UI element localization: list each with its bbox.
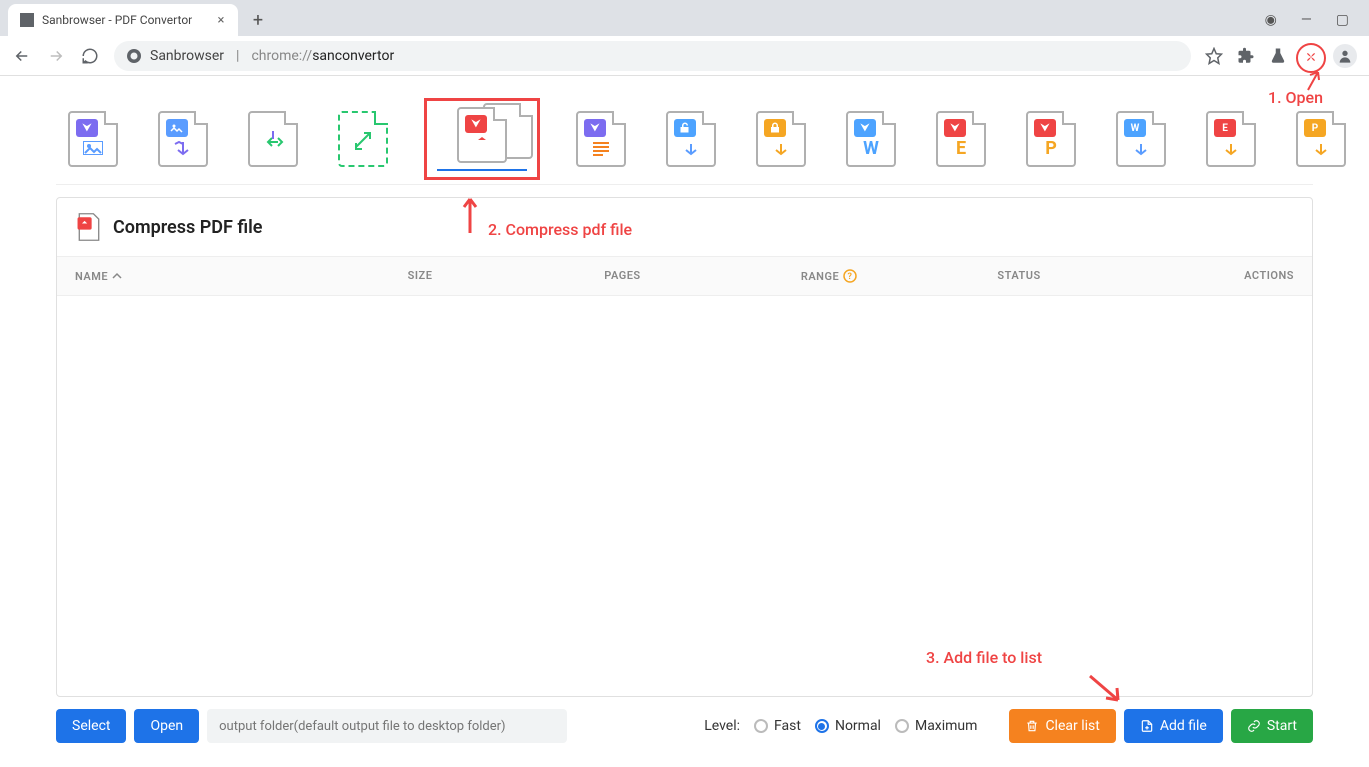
col-status[interactable]: STATUS [997, 269, 1194, 283]
maximize-button[interactable]: ▢ [1336, 12, 1349, 28]
col-actions: ACTIONS [1194, 269, 1294, 283]
radio-icon [754, 719, 768, 733]
back-button[interactable] [12, 46, 32, 66]
svg-text:?: ? [848, 272, 853, 282]
col-pages[interactable]: PAGES [604, 269, 801, 283]
url-bar[interactable]: Sanbrowser | chrome://sanconvertor [114, 41, 1191, 71]
tool-split-pdf[interactable] [244, 107, 302, 171]
col-size[interactable]: SIZE [408, 269, 605, 283]
level-group: Level: Fast Normal Maximum [704, 718, 977, 734]
pdf-icon [75, 212, 103, 242]
tab-title: Sanbrowser - PDF Convertor [42, 13, 192, 27]
pinwheel-icon[interactable] [1301, 47, 1319, 65]
output-folder-input[interactable] [207, 709, 567, 743]
extensions-icon[interactable] [1237, 47, 1255, 65]
tool-pdf-reader[interactable]: ⮟ [572, 107, 630, 171]
lab-icon[interactable] [1269, 47, 1287, 65]
tool-pdf-to-word[interactable]: ⮟ W [842, 107, 900, 171]
col-range[interactable]: RANGE ? [801, 269, 998, 283]
action-buttons: Clear list Add file Start [1009, 709, 1313, 743]
file-plus-icon [1140, 719, 1154, 733]
tool-pdf-to-excel[interactable]: ⮟ E [932, 107, 990, 171]
add-file-button[interactable]: Add file [1124, 709, 1223, 743]
sort-icon [112, 271, 122, 281]
compress-panel: Compress PDF file NAME SIZE PAGES RANGE … [56, 197, 1313, 697]
browser-nav-bar: Sanbrowser | chrome://sanconvertor [0, 36, 1369, 76]
tool-image-to-pdf[interactable] [154, 107, 212, 171]
new-tab-button[interactable]: + [244, 6, 272, 34]
help-icon[interactable]: ? [843, 269, 857, 283]
reload-button[interactable] [80, 46, 100, 66]
radio-icon [815, 719, 829, 733]
minimize-button[interactable]: — [1301, 12, 1312, 28]
app-content: ⮟ ⮟ [0, 76, 1369, 761]
trash-icon [1025, 719, 1039, 733]
nav-right-icons [1205, 44, 1357, 68]
level-fast[interactable]: Fast [754, 718, 801, 734]
profile-avatar[interactable] [1333, 44, 1357, 68]
tool-pdf-to-ppt[interactable]: ⮟ P [1022, 107, 1080, 171]
star-icon[interactable] [1205, 47, 1223, 65]
url-prefix: chrome:// [251, 48, 312, 64]
open-button[interactable]: Open [134, 709, 199, 743]
window-controls: ◉ — ▢ [1265, 12, 1361, 36]
url-brand: Sanbrowser [150, 48, 224, 64]
url-path: sanconvertor [312, 48, 394, 64]
tool-unlock-pdf[interactable] [662, 107, 720, 171]
clear-list-button[interactable]: Clear list [1009, 709, 1115, 743]
col-name[interactable]: NAME [75, 269, 408, 283]
tool-lock-pdf[interactable] [752, 107, 810, 171]
site-icon [126, 48, 142, 64]
tool-ppt-to-pdf[interactable]: P [1292, 107, 1350, 171]
browser-tab[interactable]: Sanbrowser - PDF Convertor × [8, 4, 238, 36]
tab-close-button[interactable]: × [214, 13, 228, 27]
link-icon [1247, 719, 1261, 733]
stop-sharing-icon[interactable]: ◉ [1265, 12, 1277, 28]
tool-pdf-to-image[interactable]: ⮟ [64, 107, 122, 171]
forward-button[interactable] [46, 46, 66, 66]
browser-tab-strip: Sanbrowser - PDF Convertor × + ◉ — ▢ [0, 0, 1369, 36]
panel-header: Compress PDF file [57, 198, 1312, 257]
level-maximum[interactable]: Maximum [895, 718, 977, 734]
radio-icon [895, 719, 909, 733]
start-button[interactable]: Start [1231, 709, 1313, 743]
level-normal[interactable]: Normal [815, 718, 881, 734]
url-separator: | [236, 48, 239, 64]
tool-word-to-pdf[interactable]: W [1112, 107, 1170, 171]
tool-merge-pdf[interactable] [334, 107, 392, 171]
tab-favicon [20, 13, 34, 27]
select-button[interactable]: Select [56, 709, 126, 743]
footer-bar: Select Open Level: Fast Normal Maximum C… [56, 697, 1313, 743]
panel-title: Compress PDF file [113, 217, 262, 238]
tool-compress-pdf[interactable]: ⮟ [424, 98, 540, 180]
tool-excel-to-pdf[interactable]: E [1202, 107, 1260, 171]
level-label: Level: [704, 718, 740, 734]
table-body-empty [57, 296, 1312, 696]
table-header: NAME SIZE PAGES RANGE ? STATUS ACTIONS [57, 257, 1312, 296]
tools-toolbar: ⮟ ⮟ [56, 94, 1313, 185]
